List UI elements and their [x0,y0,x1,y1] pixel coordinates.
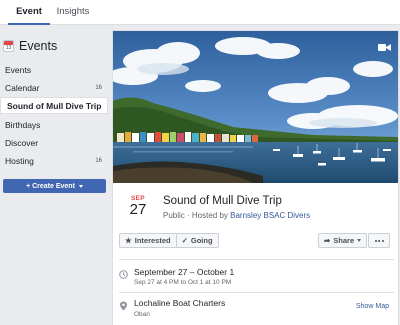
host-link[interactable]: Barnsley BSAC Divers [230,211,310,220]
count-badge: 16 [93,84,104,93]
tab-insights[interactable]: Insights [53,0,93,25]
sidebar-item-hosting[interactable]: Hosting 16 [3,153,108,170]
share-button[interactable]: ➦ Share [318,233,368,248]
ellipsis-icon [374,239,377,242]
chevron-down-icon [78,184,83,188]
sidebar-item-calendar[interactable]: Calendar 16 [3,80,108,97]
event-card: SEP 27 Sound of Mull Dive Trip Public · … [112,30,399,325]
video-camera-icon[interactable] [378,43,391,52]
interested-label: Interested [134,236,171,245]
sidebar-item-label: Birthdays [5,120,41,130]
check-icon: ✓ [181,236,188,245]
sidebar-item-current-event[interactable]: Sound of Mull Dive Trip [0,97,108,114]
sidebar-item-label: Calendar [5,83,40,93]
sidebar-header: 13 Events [3,37,57,55]
event-day: 27 [129,201,147,218]
event-date-range: September 27 – October 1 [134,267,235,277]
chevron-down-icon [357,239,362,242]
sidebar-item-birthdays[interactable]: Birthdays [3,117,108,134]
tab-event[interactable]: Event [8,0,50,25]
sidebar-item-label: Discover [5,138,39,148]
count-badge: 16 [93,157,104,166]
sidebar-title: Events [19,39,58,53]
going-button[interactable]: ✓ Going [176,233,219,248]
event-date-badge: SEP 27 [127,195,149,218]
clock-icon [119,270,128,279]
event-visibility: Public · Hosted by [163,211,231,220]
location-name[interactable]: Lochaline Boat Charters [134,298,225,308]
more-options-button[interactable] [368,233,390,248]
cover-photo [113,31,398,183]
share-label: Share [333,236,355,245]
event-time-detail: Sep 27 at 4 PM to Oct 1 at 10 PM [134,279,232,286]
sidebar-item-events[interactable]: Events [3,62,108,79]
sidebar-item-label: Events [5,65,31,75]
show-map-link[interactable]: Show Map [356,303,389,310]
going-label: Going [190,236,213,245]
sidebar: 13 Events Events Calendar 16 Sound of Mu… [0,25,111,325]
event-title: Sound of Mull Dive Trip [163,195,282,207]
event-host-line: Public · Hosted by Barnsley BSAC Divers [163,211,310,220]
interested-button[interactable]: ★ Interested [119,233,177,248]
divider [119,292,394,293]
sidebar-item-label: Hosting [5,156,34,166]
star-icon: ★ [125,236,132,245]
share-icon: ➦ [324,236,331,245]
location-city: Oban [134,311,150,318]
location-pin-icon [120,301,127,311]
rsvp-actions: ★ Interested ✓ Going [119,233,219,248]
divider [119,259,394,260]
create-event-button[interactable]: + Create Event [3,179,106,193]
top-tab-bar: Event Insights [0,0,400,25]
calendar-icon: 13 [3,40,14,52]
sidebar-item-label: Sound of Mull Dive Trip [7,101,102,111]
sidebar-item-discover[interactable]: Discover [3,135,108,152]
create-event-label: + Create Event [26,182,75,190]
